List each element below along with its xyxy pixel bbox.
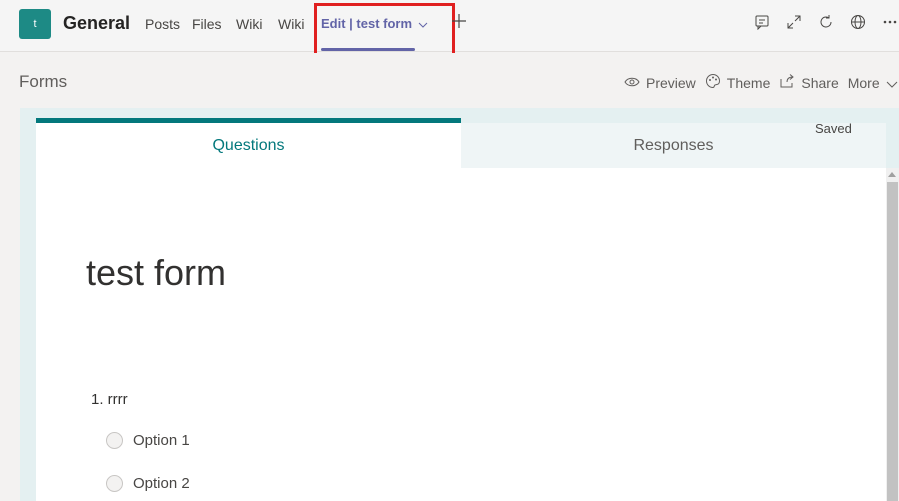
form-title[interactable]: test form — [86, 252, 226, 294]
tab-posts[interactable]: Posts — [145, 16, 180, 32]
tab-wiki-2[interactable]: Wiki — [278, 16, 304, 32]
team-avatar[interactable]: t — [19, 9, 51, 39]
forms-toolbar: Forms Preview Theme Share More — [0, 53, 899, 108]
more-icon[interactable] — [881, 13, 899, 31]
radio-button[interactable] — [106, 432, 123, 449]
tab-wiki[interactable]: Wiki — [236, 16, 262, 32]
channel-title: General — [63, 13, 131, 33]
share-label: Share — [801, 74, 839, 91]
tab-questions[interactable]: Questions — [36, 118, 461, 168]
tab-files[interactable]: Files — [192, 16, 222, 32]
option-label: Option 2 — [133, 475, 190, 492]
share-icon — [779, 74, 795, 91]
refresh-icon[interactable] — [817, 13, 835, 31]
preview-label: Preview — [646, 74, 696, 91]
form-card — [36, 168, 886, 501]
option-label: Option 1 — [133, 432, 190, 449]
plus-icon[interactable] — [452, 11, 466, 34]
palette-icon — [705, 73, 721, 92]
radio-button[interactable] — [106, 475, 123, 492]
save-status: Saved — [815, 121, 852, 136]
chevron-down-icon — [886, 75, 898, 91]
form-tabs: Questions Responses — [36, 118, 886, 168]
share-button[interactable]: Share — [779, 74, 839, 91]
channel-header: t General Posts Files Wiki Wiki Edit | t… — [0, 0, 899, 61]
scrollbar-thumb[interactable] — [887, 182, 898, 501]
scroll-up-arrow-icon[interactable] — [888, 172, 896, 177]
preview-button[interactable]: Preview — [624, 75, 696, 91]
more-button[interactable]: More — [848, 75, 898, 91]
vertical-scrollbar[interactable] — [886, 168, 899, 501]
conversation-icon[interactable] — [753, 13, 771, 31]
expand-icon[interactable] — [785, 13, 803, 31]
avatar-letter: t — [33, 18, 37, 30]
option-1[interactable]: Option 1 — [106, 432, 190, 449]
globe-icon[interactable] — [849, 13, 867, 31]
option-2[interactable]: Option 2 — [106, 475, 190, 492]
theme-button[interactable]: Theme — [705, 73, 771, 92]
more-label: More — [847, 74, 880, 91]
forms-app-title: Forms — [19, 72, 68, 91]
theme-label: Theme — [726, 74, 771, 91]
question-title[interactable]: 1. rrrr — [91, 391, 128, 408]
eye-icon — [624, 75, 640, 91]
